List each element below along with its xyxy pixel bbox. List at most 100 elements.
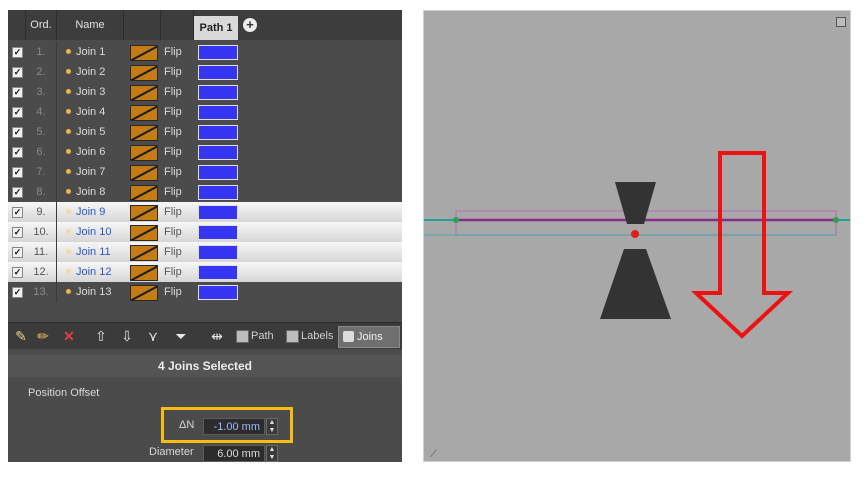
table-row[interactable]: ✓ 7. Join 7 Flip bbox=[8, 162, 402, 182]
diameter-spinner[interactable]: ▲ ▼ bbox=[266, 445, 278, 462]
row-checkbox[interactable]: ✓ bbox=[12, 47, 23, 58]
row-checkbox[interactable]: ✓ bbox=[12, 267, 23, 278]
table-row[interactable]: ✓ 6. Join 6 Flip bbox=[8, 142, 402, 162]
path-color-box[interactable] bbox=[198, 125, 238, 140]
row-checkbox[interactable]: ✓ bbox=[12, 247, 23, 258]
row-checkbox[interactable]: ✓ bbox=[12, 127, 23, 138]
join-style-swatch[interactable] bbox=[130, 45, 158, 61]
tab-path-1[interactable]: Path 1 bbox=[194, 16, 238, 40]
join-style-swatch[interactable] bbox=[130, 285, 158, 301]
row-checkbox[interactable]: ✓ bbox=[12, 167, 23, 178]
row-checkbox[interactable]: ✓ bbox=[12, 147, 23, 158]
row-flip[interactable]: Flip bbox=[164, 102, 182, 122]
labels-checkbox[interactable] bbox=[286, 330, 299, 343]
row-checkbox[interactable]: ✓ bbox=[12, 287, 23, 298]
row-name[interactable]: Join 7 bbox=[76, 162, 105, 182]
join-style-swatch[interactable] bbox=[130, 205, 158, 221]
join-style-swatch[interactable] bbox=[130, 165, 158, 181]
align-icon[interactable]: ⇹ bbox=[208, 327, 226, 345]
path-checkbox[interactable] bbox=[236, 330, 249, 343]
path-color-box[interactable] bbox=[198, 185, 238, 200]
table-row[interactable]: ✓ 4. Join 4 Flip bbox=[8, 102, 402, 122]
row-checkbox[interactable]: ✓ bbox=[12, 107, 23, 118]
row-flip[interactable]: Flip bbox=[164, 62, 182, 82]
delete-icon[interactable]: ✕ bbox=[60, 327, 78, 345]
row-checkbox[interactable]: ✓ bbox=[12, 67, 23, 78]
join-style-swatch[interactable] bbox=[130, 125, 158, 141]
row-name[interactable]: Join 10 bbox=[76, 222, 111, 242]
row-flip[interactable]: Flip bbox=[164, 222, 182, 242]
resize-grip-icon[interactable]: ⟋ bbox=[430, 449, 437, 460]
row-flip[interactable]: Flip bbox=[164, 182, 182, 202]
row-flip[interactable]: Flip bbox=[164, 162, 182, 182]
row-name[interactable]: Join 4 bbox=[76, 102, 105, 122]
table-row[interactable]: ✓ 1. Join 1 Flip bbox=[8, 42, 402, 62]
diameter-field[interactable]: 6.00 mm bbox=[203, 445, 265, 462]
row-flip[interactable]: Flip bbox=[164, 202, 182, 222]
row-flip[interactable]: Flip bbox=[164, 82, 182, 102]
arrow-up-icon[interactable]: ⇧ bbox=[92, 327, 110, 345]
path-color-box[interactable] bbox=[198, 225, 238, 240]
row-name[interactable]: Join 11 bbox=[76, 242, 111, 262]
row-name[interactable]: Join 1 bbox=[76, 42, 105, 62]
join-style-swatch[interactable] bbox=[130, 245, 158, 261]
path-color-box[interactable] bbox=[198, 145, 238, 160]
path-color-box[interactable] bbox=[198, 245, 238, 260]
path-color-box[interactable] bbox=[198, 285, 238, 300]
row-flip[interactable]: Flip bbox=[164, 282, 182, 302]
row-flip[interactable]: Flip bbox=[164, 262, 182, 282]
join-style-swatch[interactable] bbox=[130, 145, 158, 161]
join-style-swatch[interactable] bbox=[130, 185, 158, 201]
table-row[interactable]: ✓ 12. Join 12 Flip bbox=[8, 262, 402, 282]
path-color-box[interactable] bbox=[198, 265, 238, 280]
row-name[interactable]: Join 6 bbox=[76, 142, 105, 162]
row-name[interactable]: Join 9 bbox=[76, 202, 105, 222]
joins-toggle-button[interactable]: Joins bbox=[338, 326, 400, 348]
row-flip[interactable]: Flip bbox=[164, 242, 182, 262]
join-style-swatch[interactable] bbox=[130, 85, 158, 101]
row-flip[interactable]: Flip bbox=[164, 142, 182, 162]
row-checkbox[interactable]: ✓ bbox=[12, 87, 23, 98]
row-checkbox[interactable]: ✓ bbox=[12, 207, 23, 218]
ord-column-header[interactable]: Ord. bbox=[26, 10, 57, 40]
join-style-swatch[interactable] bbox=[130, 225, 158, 241]
path-color-box[interactable] bbox=[198, 105, 238, 120]
row-checkbox[interactable]: ✓ bbox=[12, 187, 23, 198]
row-ord: 8. bbox=[26, 182, 57, 202]
viewport[interactable]: ⟋ bbox=[423, 10, 851, 462]
row-name[interactable]: Join 3 bbox=[76, 82, 105, 102]
path-color-box[interactable] bbox=[198, 165, 238, 180]
delta-n-field[interactable]: -1.00 mm bbox=[203, 418, 265, 435]
row-name[interactable]: Join 5 bbox=[76, 122, 105, 142]
table-row[interactable]: ✓ 10. Join 10 Flip bbox=[8, 222, 402, 242]
row-name[interactable]: Join 8 bbox=[76, 182, 105, 202]
path-color-box[interactable] bbox=[198, 65, 238, 80]
table-row[interactable]: ✓ 9. Join 9 Flip bbox=[8, 202, 402, 222]
path-color-box[interactable] bbox=[198, 45, 238, 60]
table-row[interactable]: ✓ 11. Join 11 Flip bbox=[8, 242, 402, 262]
filter-icon[interactable]: ⏷ bbox=[172, 327, 190, 345]
row-checkbox[interactable]: ✓ bbox=[12, 227, 23, 238]
name-column-header[interactable]: Name bbox=[57, 10, 124, 40]
pencil-icon[interactable]: ✏ bbox=[34, 327, 52, 345]
wand-icon[interactable]: ✎ bbox=[12, 327, 30, 345]
table-row[interactable]: ✓ 2. Join 2 Flip bbox=[8, 62, 402, 82]
path-color-box[interactable] bbox=[198, 205, 238, 220]
table-row[interactable]: ✓ 3. Join 3 Flip bbox=[8, 82, 402, 102]
row-name[interactable]: Join 13 bbox=[76, 282, 111, 302]
arrow-down-icon[interactable]: ⇩ bbox=[118, 327, 136, 345]
delta-n-spinner[interactable]: ▲ ▼ bbox=[266, 418, 278, 435]
add-path-button[interactable]: + bbox=[243, 18, 257, 32]
split-icon[interactable]: ⋎ bbox=[144, 327, 162, 345]
row-flip[interactable]: Flip bbox=[164, 122, 182, 142]
row-name[interactable]: Join 12 bbox=[76, 262, 111, 282]
join-style-swatch[interactable] bbox=[130, 105, 158, 121]
join-style-swatch[interactable] bbox=[130, 65, 158, 81]
table-row[interactable]: ✓ 13. Join 13 Flip bbox=[8, 282, 402, 302]
table-row[interactable]: ✓ 5. Join 5 Flip bbox=[8, 122, 402, 142]
row-flip[interactable]: Flip bbox=[164, 42, 182, 62]
table-row[interactable]: ✓ 8. Join 8 Flip bbox=[8, 182, 402, 202]
join-style-swatch[interactable] bbox=[130, 265, 158, 281]
row-name[interactable]: Join 2 bbox=[76, 62, 105, 82]
path-color-box[interactable] bbox=[198, 85, 238, 100]
